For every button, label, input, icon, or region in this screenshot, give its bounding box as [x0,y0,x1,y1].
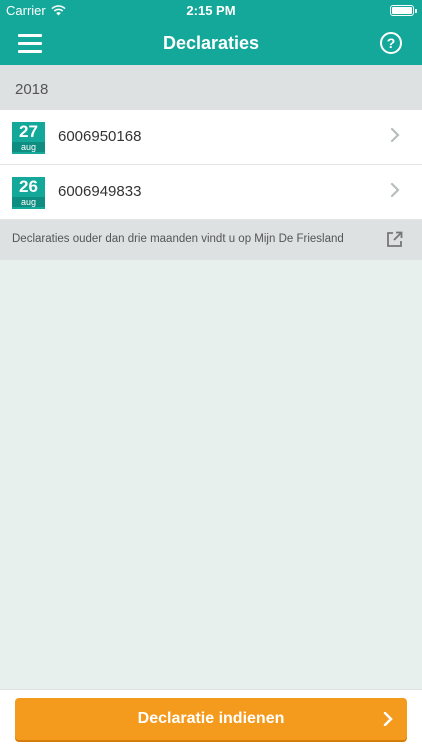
older-declarations-link[interactable]: Declaraties ouder dan drie maanden vindt… [0,220,422,260]
bottom-action-bar: Declaratie indienen [0,689,422,750]
status-bar: Carrier 2:15 PM [0,0,422,22]
battery-icon [390,5,417,16]
date-badge: 27 aug [12,122,45,154]
date-day: 27 [19,122,38,141]
declaration-row[interactable]: 27 aug 6006950168 [0,110,422,165]
date-month: aug [12,197,45,207]
chevron-right-icon [390,183,400,197]
question-circle-icon[interactable]: ? [380,32,402,54]
declaration-number: 6006949833 [58,183,142,200]
declaration-number: 6006950168 [58,128,142,145]
info-text: Declaraties ouder dan drie maanden vindt… [12,233,344,245]
nav-bar: Declaraties ? [0,22,422,65]
submit-declaration-button[interactable]: Declaratie indienen [15,698,407,740]
status-time: 2:15 PM [186,3,236,18]
date-month: aug [12,142,45,152]
date-day: 26 [19,177,38,196]
date-badge: 26 aug [12,177,45,209]
submit-button-label: Declaratie indienen [137,710,285,727]
declaration-row[interactable]: 26 aug 6006949833 [0,165,422,220]
external-link-icon [387,231,403,247]
chevron-right-icon [390,128,400,142]
year-section-header: 2018 [0,65,422,110]
chevron-right-icon [383,712,393,726]
declaration-list: 27 aug 6006950168 26 aug 6006949833 [0,110,422,220]
page-title: Declaraties [162,33,260,53]
